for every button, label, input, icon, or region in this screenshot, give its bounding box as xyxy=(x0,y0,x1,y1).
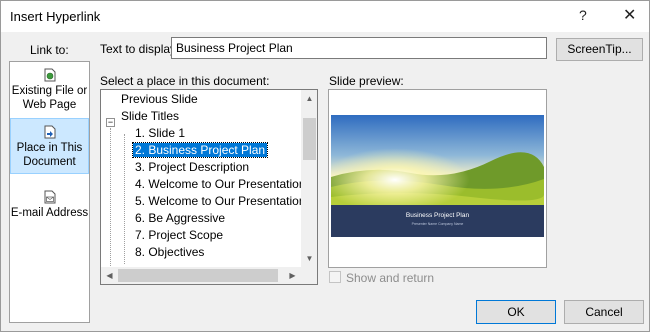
vertical-scroll-thumb[interactable] xyxy=(303,118,316,160)
slide-landscape-image xyxy=(331,115,544,205)
ok-button[interactable]: OK xyxy=(476,300,556,324)
slide-title-band xyxy=(331,205,544,237)
document-place-icon xyxy=(44,125,56,139)
link-to-panel: Existing File or Web Page Place in This … xyxy=(9,61,90,323)
tree-item-objectives[interactable]: 8. Objectives xyxy=(133,244,206,261)
scroll-right-arrow-icon[interactable]: ▶ xyxy=(284,267,301,284)
horizontal-scrollbar[interactable]: ◀ ▶ xyxy=(101,267,301,284)
tree-item-slide-1[interactable]: 1. Slide 1 xyxy=(133,125,187,142)
scroll-up-arrow-icon[interactable]: ▲ xyxy=(301,90,317,107)
text-to-display-input[interactable] xyxy=(171,37,547,59)
tree-guide-line xyxy=(110,128,111,268)
email-icon xyxy=(44,190,56,204)
slide-preview-box: Business Project Plan Presenter Name Com… xyxy=(328,89,547,268)
slide-thumbnail: Business Project Plan Presenter Name Com… xyxy=(331,115,544,237)
file-globe-icon xyxy=(44,68,56,82)
show-and-return-checkbox[interactable] xyxy=(329,271,341,283)
link-to-label-existing: Existing File or Web Page xyxy=(11,85,88,111)
vertical-scrollbar[interactable]: ▲ ▼ xyxy=(301,90,317,267)
tree-item-project-description[interactable]: 3. Project Description xyxy=(133,159,251,176)
link-to-place-in-document[interactable]: Place in This Document xyxy=(10,118,89,174)
tree-item-welcome-4[interactable]: 4. Welcome to Our Presentation xyxy=(133,176,308,193)
tree-item-business-project-plan[interactable]: 2. Business Project Plan xyxy=(131,142,269,159)
slide-preview-subtitle: Presenter Name Company Name xyxy=(411,222,464,226)
select-place-label: Select a place in this document: xyxy=(100,74,270,88)
insert-hyperlink-dialog: Insert Hyperlink ? ✕ Link to: Existing F… xyxy=(0,0,650,332)
tree-guide-line xyxy=(124,134,125,264)
close-icon[interactable]: ✕ xyxy=(623,5,636,25)
tree-item-project-scope[interactable]: 7. Project Scope xyxy=(133,227,225,244)
cancel-button[interactable]: Cancel xyxy=(564,300,644,324)
scroll-left-arrow-icon[interactable]: ◀ xyxy=(101,267,118,284)
dialog-title: Insert Hyperlink xyxy=(10,9,101,24)
slide-preview-label: Slide preview: xyxy=(329,74,404,88)
screentip-button[interactable]: ScreenTip... xyxy=(556,38,643,61)
scroll-down-arrow-icon[interactable]: ▼ xyxy=(301,250,317,267)
link-to-label-email: E-mail Address xyxy=(10,207,89,219)
tree-item-welcome-5[interactable]: 5. Welcome to Our Presentation xyxy=(133,193,308,210)
link-to-email[interactable]: E-mail Address xyxy=(10,190,89,220)
tree-item-be-aggressive[interactable]: 6. Be Aggressive xyxy=(133,210,227,227)
tree-item-previous-slide[interactable]: Previous Slide xyxy=(119,91,200,108)
tree-item-slide-titles[interactable]: Slide Titles xyxy=(119,108,181,125)
text-to-display-label: Text to display: xyxy=(100,42,180,56)
link-to-label-place: Place in This Document xyxy=(16,142,83,168)
place-tree[interactable]: − Previous Slide Slide Titles 1. Slide 1… xyxy=(100,89,318,285)
show-and-return-label: Show and return xyxy=(346,271,435,285)
scrollbar-corner xyxy=(301,267,317,284)
link-to-existing-file[interactable]: Existing File or Web Page xyxy=(10,68,89,112)
horizontal-scroll-thumb[interactable] xyxy=(118,269,278,282)
collapse-toggle-icon[interactable]: − xyxy=(106,118,115,127)
help-icon[interactable]: ? xyxy=(579,7,587,23)
title-bar: Insert Hyperlink ? ✕ xyxy=(1,1,649,32)
link-to-label: Link to: xyxy=(30,43,69,57)
slide-preview-title: Business Project Plan xyxy=(405,212,470,219)
